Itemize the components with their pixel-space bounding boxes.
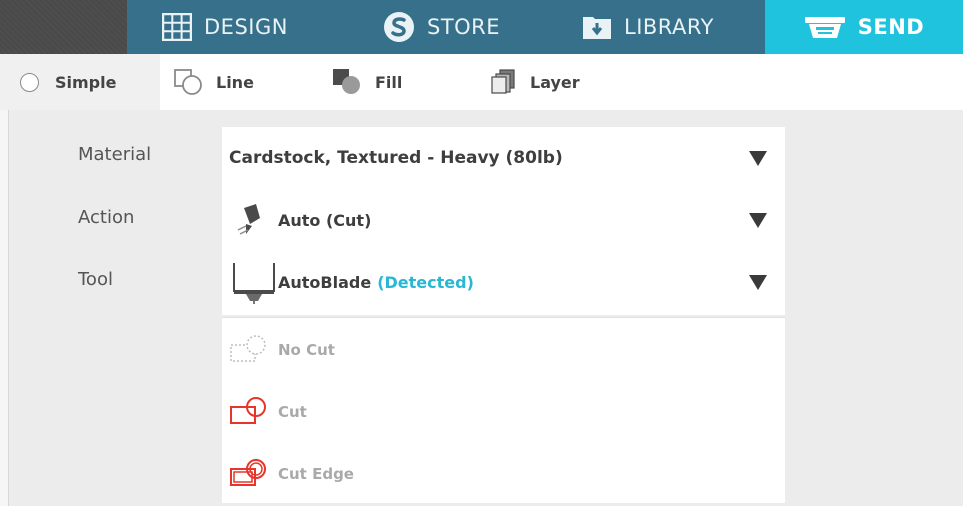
mode-layer[interactable]: Layer	[490, 54, 580, 110]
no-cut-label: No Cut	[278, 341, 335, 359]
tab-library-label: LIBRARY	[624, 15, 714, 39]
simple-radio-button[interactable]	[20, 72, 39, 92]
material-caret-icon[interactable]	[749, 151, 767, 166]
layer-mode-icon	[491, 69, 515, 94]
tab-send-label: SEND	[857, 15, 925, 39]
tool-detected-status: (Detected)	[377, 272, 474, 292]
grid-icon	[162, 13, 192, 41]
mode-layer-label: Layer	[530, 72, 580, 92]
mode-line[interactable]: Line	[172, 54, 254, 110]
mode-simple-label: Simple	[55, 72, 117, 92]
material-value: Cardstock, Textured - Heavy (80lb)	[229, 148, 563, 168]
top-nav-bar: DESIGN STORE LIBRARY SEND	[0, 0, 963, 54]
tab-send[interactable]: SEND	[765, 0, 963, 54]
material-label: Material	[78, 144, 152, 165]
tab-store-label: STORE	[427, 15, 501, 39]
material-dropdown[interactable]: Cardstock, Textured - Heavy (80lb)	[222, 127, 785, 189]
blade-action-icon	[237, 204, 260, 235]
tab-design-label: DESIGN	[204, 15, 288, 39]
cut-edge-icon	[230, 459, 266, 486]
cut-option-no-cut[interactable]: No Cut	[228, 320, 335, 380]
mode-bar: Simple Line Fill Layer	[0, 54, 963, 110]
left-edge-strip	[0, 110, 9, 506]
tab-store[interactable]: STORE	[383, 0, 500, 54]
cut-icon	[230, 397, 266, 424]
no-cut-icon	[230, 335, 266, 362]
mode-fill-label: Fill	[375, 72, 403, 92]
cut-option-cut[interactable]: Cut	[228, 382, 307, 442]
mode-fill[interactable]: Fill	[331, 54, 402, 110]
cutting-machine-icon	[804, 17, 845, 38]
mode-simple[interactable]: Simple	[0, 54, 160, 110]
action-label: Action	[78, 207, 135, 228]
tool-dropdown[interactable]: AutoBlade (Detected)	[222, 251, 785, 313]
tool-caret-icon[interactable]	[749, 275, 767, 290]
autoblade-tool-icon	[233, 263, 275, 304]
cut-edge-label: Cut Edge	[278, 465, 354, 483]
action-caret-icon[interactable]	[749, 213, 767, 228]
fill-mode-icon	[333, 69, 360, 94]
mode-line-label: Line	[216, 72, 254, 92]
line-mode-icon	[174, 69, 202, 95]
store-s-icon	[384, 12, 414, 42]
tab-library[interactable]: LIBRARY	[582, 0, 714, 54]
cut-option-cut-edge[interactable]: Cut Edge	[228, 444, 354, 504]
cut-label: Cut	[278, 403, 307, 421]
top-nav-left-area	[0, 0, 127, 54]
action-value: Auto (Cut)	[278, 210, 372, 230]
tool-label: Tool	[78, 269, 113, 290]
settings-panel: Cardstock, Textured - Heavy (80lb) Auto …	[222, 127, 785, 315]
cut-options-list: No Cut Cut Cut Edge	[222, 317, 785, 503]
tool-value: AutoBlade	[278, 272, 372, 292]
action-dropdown[interactable]: Auto (Cut)	[222, 189, 785, 251]
tab-design[interactable]: DESIGN	[162, 0, 288, 54]
download-folder-icon	[583, 17, 611, 39]
